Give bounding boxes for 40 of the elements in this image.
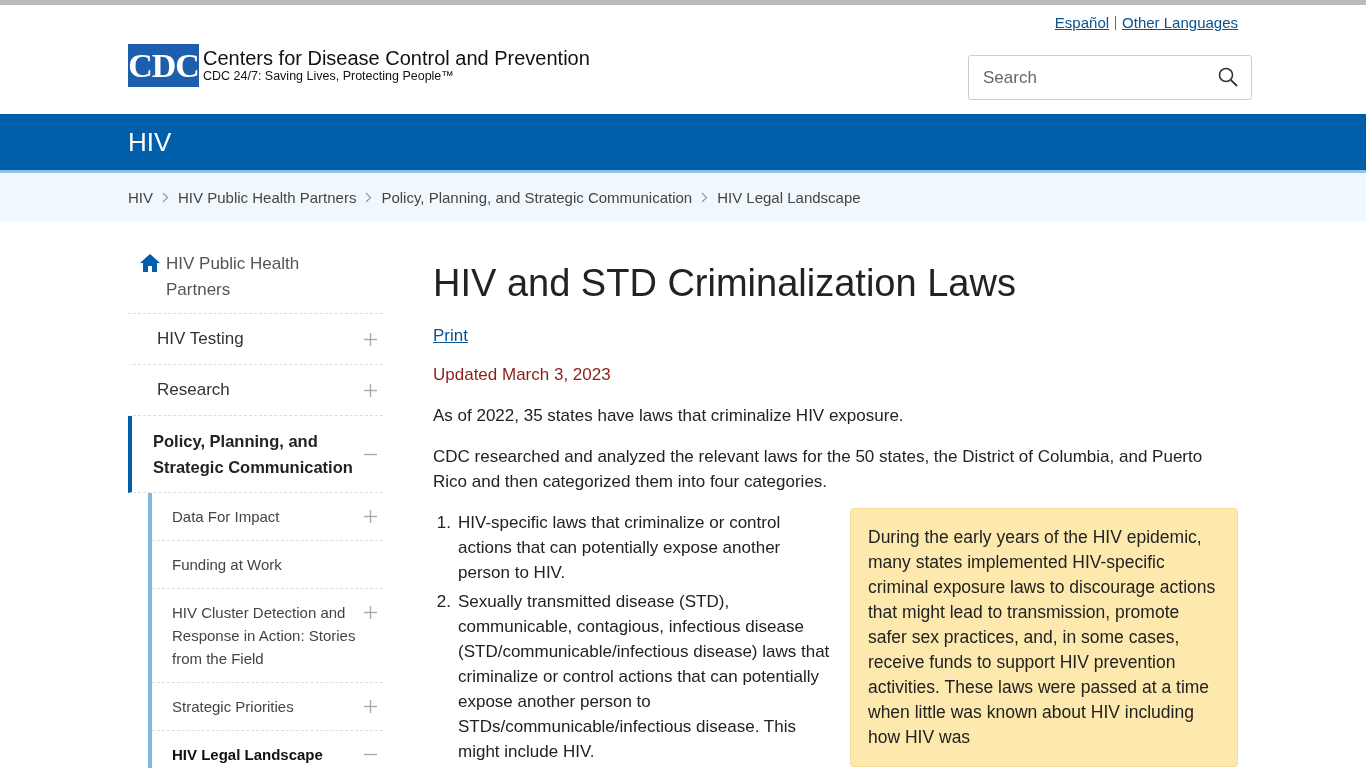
site-title[interactable]: HIV	[128, 126, 172, 157]
sidebar-item[interactable]: Research	[128, 365, 383, 416]
sidebar-subitem[interactable]: Strategic Priorities	[152, 683, 383, 731]
tagline: CDC 24/7: Saving Lives, Protecting People™	[203, 69, 455, 84]
plus-icon[interactable]	[364, 332, 377, 346]
plus-icon[interactable]	[364, 383, 377, 397]
print-link[interactable]: Print	[433, 323, 468, 348]
breadcrumb-link[interactable]: HIV	[128, 188, 153, 206]
sidebar-item[interactable]: Policy, Planning, and Strategic Communication	[128, 416, 383, 493]
plus-icon[interactable]	[364, 510, 377, 523]
list-number: 2.	[435, 591, 451, 613]
logo-mark[interactable]: CDC	[128, 44, 199, 87]
search-icon[interactable]	[1218, 67, 1238, 87]
paragraph: As of 2022, 35 states have laws that criminalize HIV exposure.	[433, 405, 905, 427]
sidebar-home-link[interactable]: HIV Public Health Partners	[166, 251, 316, 303]
page-title: HIV and STD Criminalization Laws	[433, 261, 1017, 305]
list-item: HIV-specific laws that criminalize or control actions that can potentially expose another person to HIV.	[458, 512, 782, 584]
chevron-icon	[162, 191, 169, 203]
paragraph: CDC researched and analyzed the relevant laws for the 50 states, the District of Columbia, and Puerto Rico and then categorized them into four categories.	[433, 446, 1204, 493]
sidebar-subitem[interactable]: HIV Legal Landscape	[152, 731, 383, 768]
list-item: Sexually transmitted disease (STD), communicable, contagious, infectious disease (STD/communicable/infectious disease) laws that criminalize or control actions that can potentially expose another person to STDs/communicable/infectious disease. This might include HIV.	[458, 591, 830, 763]
sidebar-subitem[interactable]: HIV Cluster Detection and Response in Action: Stories from the Field	[152, 589, 383, 683]
language-link[interactable]: Español	[1054, 14, 1110, 31]
updated-date: Updated March 3, 2023	[433, 364, 612, 386]
chevron-icon	[365, 191, 373, 203]
sidebar-subitem[interactable]: Data For Impact	[152, 493, 383, 541]
breadcrumb-link[interactable]: Policy, Planning, and Strategic Communication	[381, 188, 693, 206]
chevron-icon	[701, 191, 709, 203]
plus-icon[interactable]	[364, 700, 377, 713]
search-field[interactable]: Search	[968, 55, 1252, 100]
language-link[interactable]: Other Languages	[1122, 14, 1238, 31]
list-number: 1.	[435, 512, 451, 534]
site-name: Centers for Disease Control and Prevention	[203, 47, 590, 69]
breadcrumb-link[interactable]: HIV Legal Landscape	[717, 188, 861, 206]
home-icon	[140, 254, 160, 272]
sidebar-item[interactable]: HIV Testing	[128, 314, 383, 365]
sidebar-subitem[interactable]: Funding at Work	[152, 541, 383, 589]
callout-text: During the early years of the HIV epidemic, many states implemented HIV-specific criminal exposure laws to discourage actions that might lead to transmission, promote safer sex practices, and, in some cases, receive funds to support HIV prevention activities. These laws were passed at a time when little was known about HIV including how HIV was	[868, 526, 1217, 749]
plus-icon[interactable]	[364, 606, 377, 619]
breadcrumb-link[interactable]: HIV Public Health Partners	[178, 188, 357, 206]
